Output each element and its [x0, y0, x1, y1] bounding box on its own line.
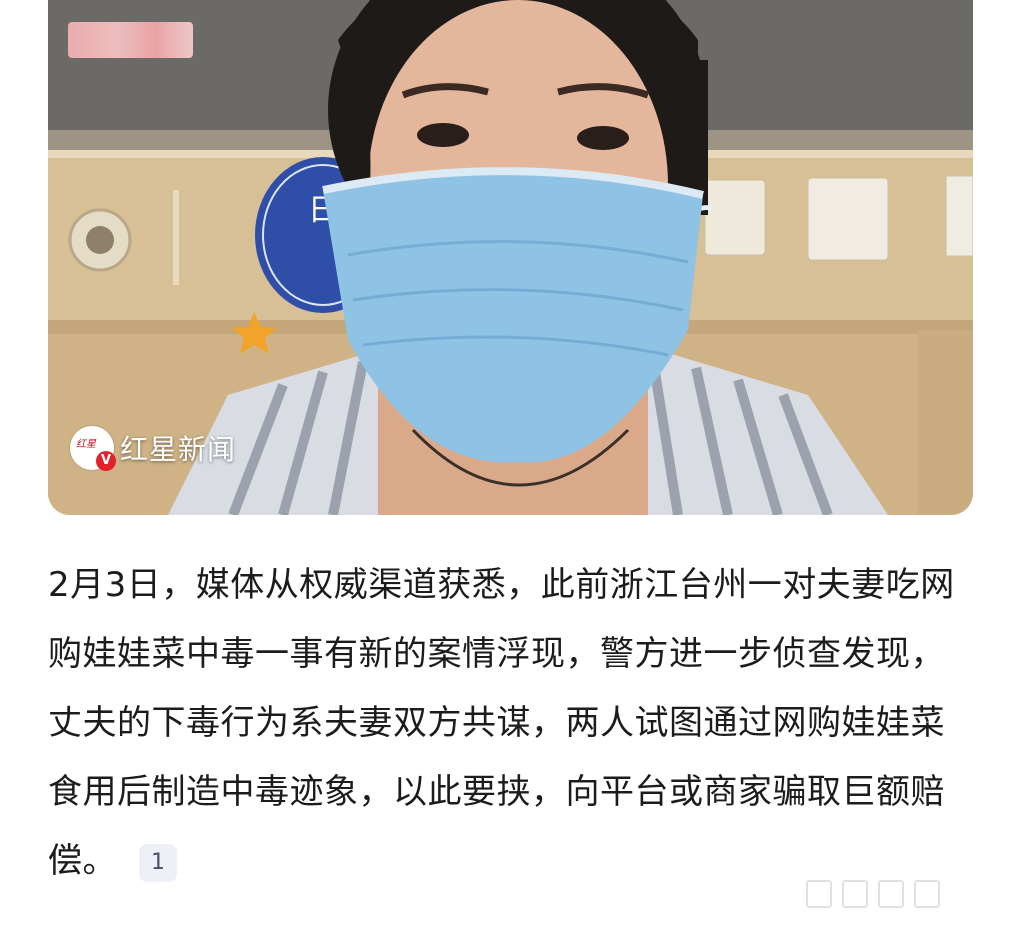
- news-photo[interactable]: 日 红星 V 红星新闻: [48, 0, 973, 515]
- hongxing-logo-icon: 红星 V: [70, 426, 116, 471]
- faint-square-icon: [842, 880, 868, 908]
- watermark-text: 红星新闻: [120, 433, 237, 466]
- page: 日 红星 V 红星新闻 2月3日，媒体从权威渠道获悉，此前浙江台州一对夫妻吃网购…: [0, 0, 1020, 935]
- faint-square-icon: [914, 880, 940, 908]
- faint-window-icon: [806, 880, 940, 908]
- logo-seal-text: 红星: [76, 439, 96, 450]
- article-body: 2月3日，媒体从权威渠道获悉，此前浙江台州一对夫妻吃网购娃娃菜中毒一事有新的案情…: [48, 551, 973, 896]
- citation-badge[interactable]: 1: [139, 843, 177, 882]
- faint-square-icon: [806, 880, 832, 908]
- watermark: 红星 V 红星新闻: [70, 426, 237, 471]
- article-text: 2月3日，媒体从权威渠道获悉，此前浙江台州一对夫妻吃网购娃娃菜中毒一事有新的案情…: [48, 565, 955, 881]
- logo-v-badge: V: [96, 451, 116, 471]
- faint-square-icon: [878, 880, 904, 908]
- blurred-source-tag: [68, 22, 193, 58]
